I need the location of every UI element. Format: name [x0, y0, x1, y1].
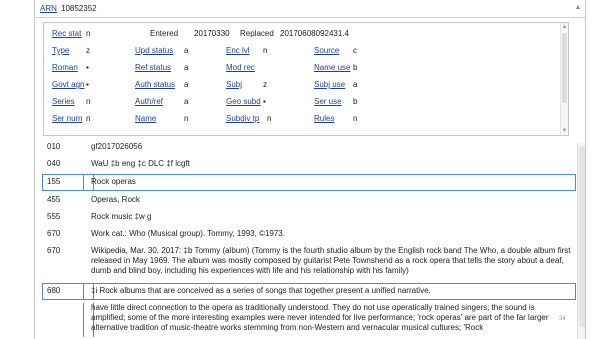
enc-lvl-value[interactable]: n [263, 46, 267, 55]
subj-use-value[interactable]: a [353, 80, 357, 89]
authority-record-window: ARN 10852352 ▲ Rec stat n Entered 201703… [34, 0, 586, 339]
field-content[interactable]: WaU ‡b eng ‡c DLC ‡f lcgft [91, 159, 571, 169]
govt-agn-value[interactable]: ▪ [86, 80, 89, 89]
replaced-value: 20170608092431.4 [280, 29, 349, 38]
type-value[interactable]: z [86, 46, 90, 55]
variable-fields-panel: 010 gf2017026056 040 WaU ‡b eng ‡c DLC ‡… [42, 141, 576, 339]
upd-status-label[interactable]: Upd status [135, 46, 173, 55]
ser-num-label[interactable]: Ser num [52, 114, 82, 123]
roman-value[interactable]: ▪ [86, 63, 89, 72]
field-row-555[interactable]: 555 Rock music ‡w g [43, 212, 575, 225]
enc-lvl-label[interactable]: Enc lvl [226, 46, 250, 55]
auth-status-label[interactable]: Auth status [135, 80, 175, 89]
mod-rec-label[interactable]: Mod rec [226, 63, 255, 72]
ref-status-label[interactable]: Ref status [135, 63, 171, 72]
roman-label[interactable]: Roman [52, 63, 78, 72]
field-content[interactable]: Operas, Rock [91, 195, 571, 205]
field-tag[interactable]: 040 [47, 159, 71, 168]
scroll-up-arrow-icon[interactable]: ▲ [561, 23, 568, 31]
series-value[interactable]: n [86, 97, 90, 106]
field-content[interactable]: gf2017026056 [91, 142, 571, 152]
rec-stat-label[interactable]: Rec stat [52, 29, 81, 38]
field-tag[interactable]: 670 [47, 229, 71, 238]
field-content[interactable]: Wikipedia, Mar. 30, 2017: ‡b Tommy (albu… [91, 246, 571, 276]
scroll-up-arrow-icon[interactable]: ▲ [574, 3, 582, 13]
subdiv-tp-value[interactable]: n [267, 114, 271, 123]
field-tag[interactable]: 555 [47, 212, 71, 221]
field-content[interactable]: Work cat.: Who (Musical group). Tommy, 1… [91, 229, 571, 239]
record-header: ARN 10852352 ▲ [35, 0, 585, 18]
field-content[interactable]: Rock operas [91, 177, 571, 187]
subdiv-tp-label[interactable]: Subdiv tp [226, 114, 259, 123]
field-row-455[interactable]: 455 Operas, Rock [43, 195, 575, 208]
upd-status-value[interactable]: a [184, 46, 188, 55]
field-row-680[interactable]: 680 ‡i Rock albums that are conceived as… [42, 283, 576, 300]
field-row-040[interactable]: 040 WaU ‡b eng ‡c DLC ‡f lcgft [43, 159, 575, 172]
field-row-670[interactable]: 670 Work cat.: Who (Musical group). Tomm… [43, 229, 575, 242]
subj-value[interactable]: z [263, 80, 267, 89]
entered-value: 20170330 [194, 29, 230, 38]
auth-status-value[interactable]: a [184, 80, 188, 89]
name-use-label[interactable]: Name use [314, 63, 350, 72]
rules-value[interactable]: n [353, 114, 357, 123]
auth-ref-value[interactable]: a [184, 97, 188, 106]
field-row-010[interactable]: 010 gf2017026056 [43, 142, 575, 155]
field-row-670[interactable]: 670 Wikipedia, Mar. 30, 2017: ‡b Tommy (… [43, 246, 575, 280]
field-row-continuation[interactable]: have little direct connection to the ope… [43, 303, 575, 337]
field-tag[interactable]: 670 [47, 246, 71, 255]
replaced-label: Replaced [240, 29, 274, 38]
scroll-down-arrow-icon[interactable]: ▼ [561, 127, 568, 135]
field-tag[interactable]: 680 [47, 286, 71, 295]
govt-agn-label[interactable]: Govt agn [52, 80, 84, 89]
ser-use-value[interactable]: b [353, 97, 357, 106]
auth-ref-label[interactable]: Auth/ref [135, 97, 163, 106]
geo-subd-value[interactable]: ▪ [263, 97, 266, 106]
page-number: 34 [559, 316, 566, 322]
series-label[interactable]: Series [52, 97, 75, 106]
entered-label: Entered [150, 29, 179, 38]
source-label[interactable]: Source [314, 46, 339, 55]
field-tag[interactable]: 455 [47, 195, 71, 204]
source-value[interactable]: c [353, 46, 357, 55]
geo-subd-label[interactable]: Geo subd [226, 97, 261, 106]
ser-num-value[interactable]: n [86, 114, 90, 123]
scrollbar-thumb[interactable] [562, 33, 567, 103]
ser-use-label[interactable]: Ser use [314, 97, 342, 106]
arn-link[interactable]: ARN [40, 4, 57, 13]
name-label[interactable]: Name [135, 114, 156, 123]
variable-fields-scrollbar[interactable] [577, 143, 585, 339]
field-content[interactable]: Rock music ‡w g [91, 212, 571, 222]
rec-stat-value[interactable]: n [86, 29, 90, 38]
subj-label[interactable]: Subj [226, 80, 242, 89]
arn-number: 10852352 [61, 4, 97, 13]
subj-use-label[interactable]: Subj use [314, 80, 345, 89]
field-content[interactable]: have little direct connection to the ope… [91, 303, 571, 333]
field-row-155[interactable]: 155 Rock operas [42, 174, 576, 191]
fixed-fields-panel: Rec stat n Entered 20170330 Replaced 201… [43, 22, 569, 136]
rules-label[interactable]: Rules [314, 114, 334, 123]
name-use-value[interactable]: b [353, 63, 357, 72]
fixed-fields-scrollbar[interactable]: ▲ ▼ [560, 23, 568, 135]
name-value[interactable]: n [184, 114, 188, 123]
field-tag[interactable]: 010 [47, 142, 71, 151]
field-content[interactable]: ‡i Rock albums that are conceived as a s… [91, 286, 571, 296]
scrollbar-thumb[interactable] [579, 147, 585, 327]
type-label[interactable]: Type [52, 46, 69, 55]
field-tag[interactable]: 155 [47, 177, 71, 186]
ref-status-value[interactable]: a [184, 63, 188, 72]
